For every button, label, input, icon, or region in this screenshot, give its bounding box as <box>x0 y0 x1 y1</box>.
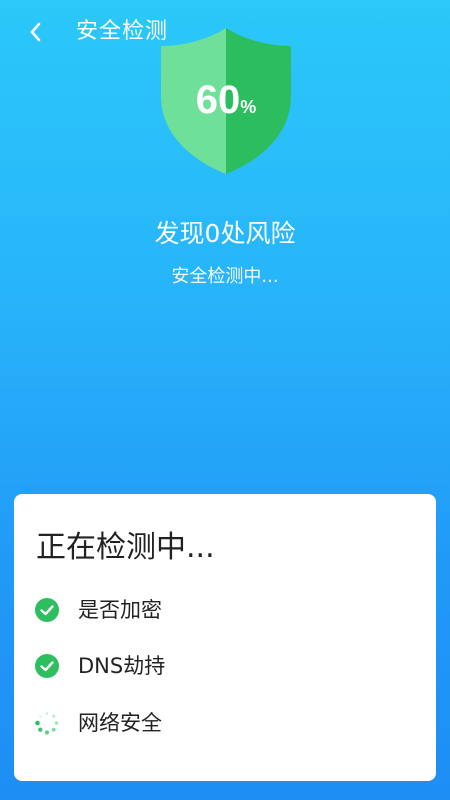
back-button[interactable] <box>22 16 50 48</box>
check-circle-icon <box>34 597 60 623</box>
progress-unit: % <box>240 97 257 117</box>
scan-status-text: 安全检测中... <box>171 266 279 287</box>
scan-progress-card: 正在检测中... 是否加密 DNS劫持 网络安全 <box>14 494 436 781</box>
chevron-left-icon <box>30 22 41 42</box>
progress-percent: 60% <box>155 78 297 123</box>
check-item-network: 网络安全 <box>34 707 162 739</box>
check-circle-icon <box>34 653 60 679</box>
check-item-dns: DNS劫持 <box>34 650 165 682</box>
check-item-encryption: 是否加密 <box>34 594 162 626</box>
check-item-label: DNS劫持 <box>78 654 166 678</box>
loading-spinner-icon <box>34 710 60 736</box>
card-title: 正在检测中... <box>36 530 215 565</box>
risk-count-text: 发现0处风险 <box>154 219 296 248</box>
check-item-label: 是否加密 <box>78 598 162 622</box>
progress-number: 60 <box>195 78 241 122</box>
shield-progress: 60% <box>155 26 297 176</box>
check-item-label: 网络安全 <box>78 711 162 735</box>
